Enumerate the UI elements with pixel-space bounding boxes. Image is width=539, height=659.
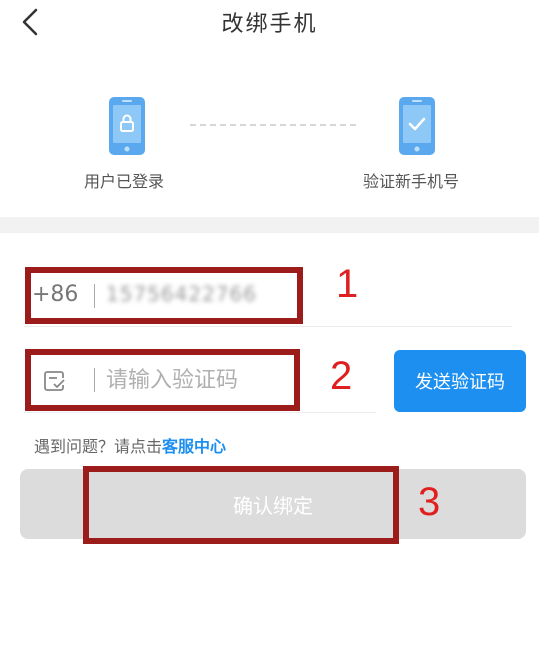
step-label-verify-phone: 验证新手机号 [363,172,460,191]
header-bar: 改绑手机 [0,0,539,44]
annotation-number-1: 1 [336,262,359,306]
step-label-logged-in: 用户已登录 [84,172,165,191]
page-title: 改绑手机 [221,12,318,37]
annotation-number-3: 3 [418,480,441,524]
send-code-button[interactable]: 发送验证码 [394,350,526,412]
progress-steps: 用户已登录 验证新手机号 [0,90,539,200]
step-connector [190,124,356,126]
annotation-box-3 [83,466,399,544]
customer-service-link[interactable]: 客服中心 [162,437,226,456]
annotation-box-1 [25,267,303,324]
section-divider [0,217,539,233]
help-prefix: 遇到问题？请点击 [34,437,163,456]
help-text: 遇到问题？请点击客服中心 [34,433,226,457]
annotation-box-2 [25,349,300,411]
phone-check-icon [399,97,435,155]
annotation-number-2: 2 [330,354,353,398]
phone-lock-icon [109,97,145,155]
